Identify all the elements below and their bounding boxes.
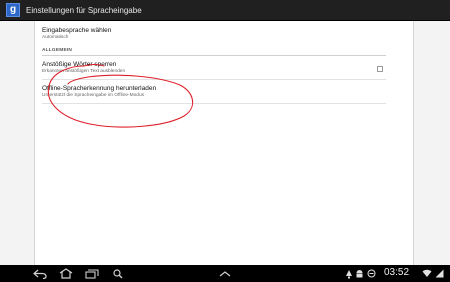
google-search-app-icon[interactable]: g [6,3,20,17]
list-divider [42,103,386,104]
pref-block-offensive-title: Anstößige Wörter sperren [42,61,117,68]
pref-block-offensive[interactable]: Anstößige Wörter sperren Erkannten anstö… [42,61,386,74]
home-icon[interactable] [58,267,74,280]
category-header-general: ALLGEMEIN [42,48,73,53]
pref-input-language-summary: Automatisch [42,35,69,40]
pref-offline-download-summary: Unterstützt die Spracheingabe im Offline… [42,93,145,98]
pref-offline-download-title: Offline-Spracherkennung herunterladen [42,85,157,92]
signal-icon [434,267,444,280]
notification-icon[interactable] [344,267,354,280]
status-clock: 03:52 [384,267,410,278]
up-arrow-icon[interactable] [218,267,232,280]
back-icon[interactable] [32,267,48,280]
pref-input-language-title: Eingabesprache wählen [42,27,112,34]
action-bar: g Einstellungen für Spracheingabe [0,0,450,21]
wifi-icon [422,267,432,280]
pref-input-language[interactable]: Eingabesprache wählen Automatisch [42,27,386,40]
settings-panel [34,21,414,265]
list-divider [42,79,386,80]
content-area: Eingabesprache wählen Automatisch ALLGEM… [0,21,450,265]
android-icon [354,267,364,280]
category-divider [42,55,386,56]
sync-icon [366,267,376,280]
page-title: Einstellungen für Spracheingabe [26,5,142,15]
search-icon[interactable] [111,267,125,280]
pref-block-offensive-summary: Erkannten anstößigen Text ausblenden [42,69,126,74]
system-bar: 03:52 [0,265,450,282]
pref-offline-download[interactable]: Offline-Spracherkennung herunterladen Un… [42,85,386,98]
block-offensive-checkbox[interactable] [377,66,383,72]
recent-apps-icon[interactable] [84,267,100,280]
